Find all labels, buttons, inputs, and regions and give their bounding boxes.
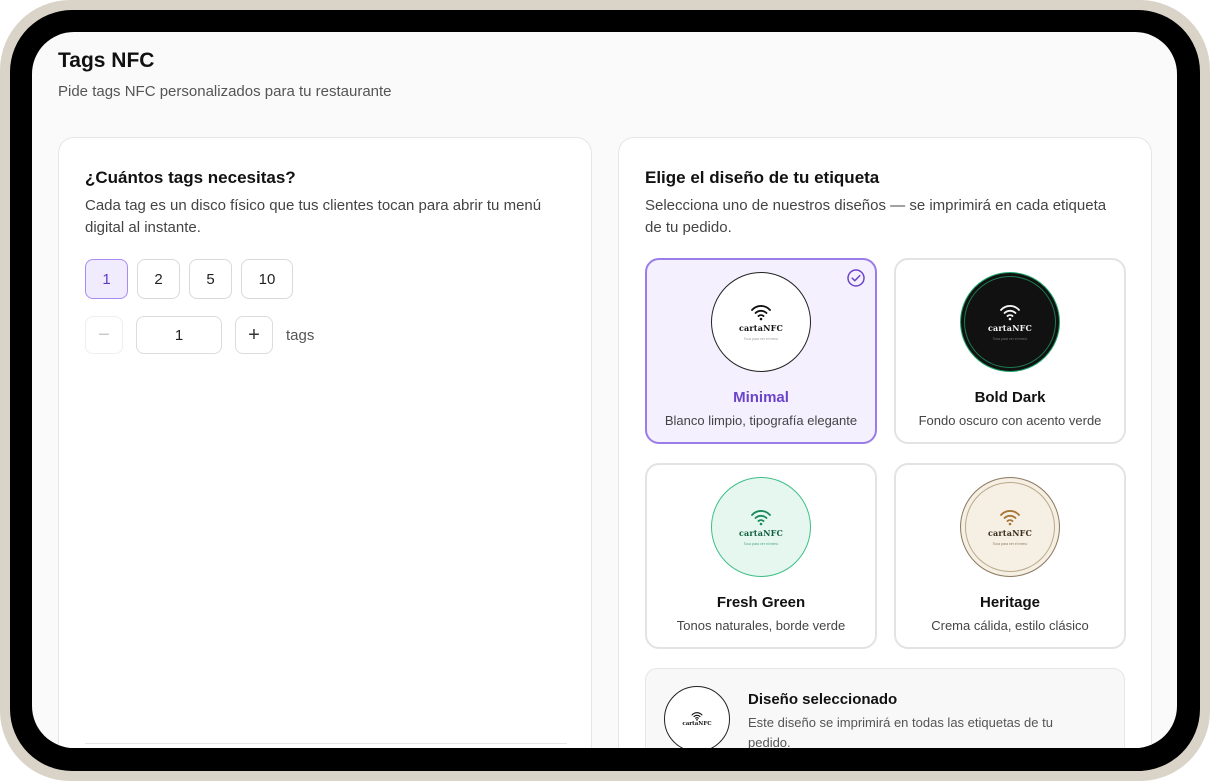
design-name-heritage: Heritage (979, 594, 1041, 611)
design-description: Selecciona uno de nuestros diseños — se … (645, 197, 1107, 236)
tag-tiny-text: Toca para ver el menú (992, 337, 1028, 341)
design-option-heritage[interactable]: cartaNFC Toca para ver el menú Heritage … (894, 463, 1126, 649)
increment-button[interactable]: + (235, 316, 273, 354)
design-desc-minimal: Blanco limpio, tipografía elegante (664, 413, 858, 428)
nfc-icon (751, 305, 771, 321)
design-name-bold-dark: Bold Dark (974, 389, 1046, 406)
selected-tag-preview: cartaNFC (664, 686, 730, 748)
design-card: Elige el diseño de tu etiqueta Seleccion… (618, 137, 1152, 748)
design-option-minimal[interactable]: cartaNFC Toca para ver el menú Minimal B… (645, 258, 877, 444)
tag-preview-bold-dark: cartaNFC Toca para ver el menú (960, 272, 1060, 372)
section-divider (85, 743, 567, 744)
design-desc-bold-dark: Fondo oscuro con acento verde (918, 413, 1102, 428)
nfc-icon (1000, 510, 1020, 526)
nfc-icon (1000, 305, 1020, 321)
design-option-fresh-green[interactable]: cartaNFC Toca para ver el menú Fresh Gre… (645, 463, 877, 649)
tag-tiny-text: Toca para ver el menú (743, 542, 779, 546)
design-name-minimal: Minimal (733, 389, 789, 406)
app-screen: Tags NFC Pide tags NFC personalizados pa… (32, 32, 1177, 748)
tag-preview-heritage: cartaNFC Toca para ver el menú (960, 477, 1060, 577)
quantity-card: ¿Cuántos tags necesitas? Cada tag es un … (58, 137, 592, 748)
quantity-title: ¿Cuántos tags necesitas? (85, 168, 296, 187)
tag-preview-minimal: cartaNFC Toca para ver el menú (711, 272, 811, 372)
quantity-input[interactable]: 1 (136, 316, 222, 354)
selected-design-panel: cartaNFC Diseño seleccionado Este diseño… (645, 668, 1125, 748)
tag-tiny-text: Toca para ver el menú (743, 337, 779, 341)
selected-design-desc: Este diseño se imprimirá en todas las et… (748, 715, 1053, 748)
selected-design-title: Diseño seleccionado (748, 691, 898, 708)
quantity-option-1[interactable]: 1 (85, 259, 128, 299)
quantity-option-10[interactable]: 10 (241, 259, 293, 299)
design-name-fresh-green: Fresh Green (716, 594, 806, 611)
quantity-option-5[interactable]: 5 (189, 259, 232, 299)
design-option-bold-dark[interactable]: cartaNFC Toca para ver el menú Bold Dark… (894, 258, 1126, 444)
tag-brand-text: cartaNFC (987, 323, 1033, 333)
quantity-unit-label: tags (286, 326, 315, 344)
tag-brand-text: cartaNFC (682, 721, 712, 727)
page-title: Tags NFC (58, 49, 155, 72)
quantity-description: Cada tag es un disco físico que tus clie… (85, 197, 542, 236)
quantity-options: 1 2 5 10 (85, 259, 293, 299)
nfc-icon (751, 510, 771, 526)
tag-brand-text: cartaNFC (738, 323, 784, 333)
nfc-icon (691, 712, 703, 721)
tag-brand-text: cartaNFC (738, 528, 784, 538)
tag-preview-fresh-green: cartaNFC Toca para ver el menú (711, 477, 811, 577)
quantity-option-2[interactable]: 2 (137, 259, 180, 299)
tag-tiny-text: Toca para ver el menú (992, 542, 1028, 546)
quantity-stepper: − 1 + tags (85, 316, 314, 354)
design-desc-heritage: Crema cálida, estilo clásico (931, 618, 1089, 633)
design-desc-fresh-green: Tonos naturales, borde verde (676, 618, 846, 633)
tag-brand-text: cartaNFC (987, 528, 1033, 538)
page-subtitle: Pide tags NFC personalizados para tu res… (58, 83, 392, 100)
decrement-button[interactable]: − (85, 316, 123, 354)
design-title: Elige el diseño de tu etiqueta (645, 168, 880, 187)
